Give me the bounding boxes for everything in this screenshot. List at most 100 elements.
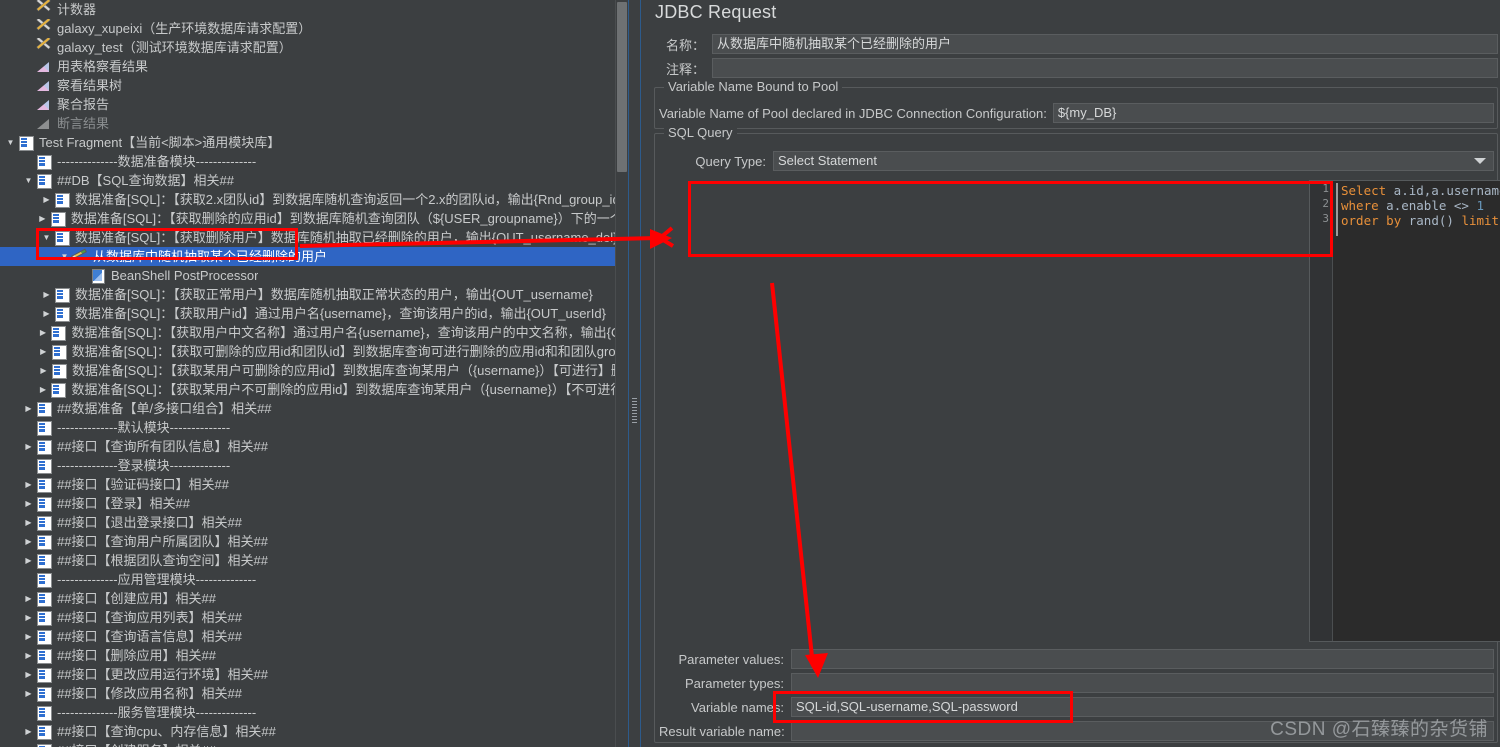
sql-token: limit: [1461, 213, 1500, 228]
tree-row[interactable]: ##接口【查询应用列表】相关##: [0, 608, 628, 627]
tree-row[interactable]: ##接口【创建应用】相关##: [0, 589, 628, 608]
chart-icon-disabled: [35, 116, 52, 131]
tree-twisty-right-icon[interactable]: [22, 475, 35, 494]
tree-row[interactable]: ##接口【登录】相关##: [0, 494, 628, 513]
tree-twisty-right-icon[interactable]: [22, 741, 35, 747]
tree-row[interactable]: 数据准备[SQL]：【获取可删除的应用id和团队id】到数据库查询可进行删除的应…: [0, 342, 628, 361]
tree-row[interactable]: ##数据准备【单/多接口组合】相关##: [0, 399, 628, 418]
watermark: CSDN @石臻臻的杂货铺: [1270, 719, 1488, 740]
tree-twisty-right-icon[interactable]: [22, 437, 35, 456]
tree-twisty-right-icon[interactable]: [40, 285, 53, 304]
tree-twisty-right-icon[interactable]: [22, 608, 35, 627]
tree-twisty-right-icon[interactable]: [37, 361, 50, 380]
tree-row[interactable]: 数据准备[SQL]：【获取某用户不可删除的应用id】到数据库查询某用户（{use…: [0, 380, 628, 399]
line-number: 3: [1322, 212, 1329, 225]
tree-row[interactable]: 断言结果: [0, 114, 628, 133]
tree-row[interactable]: ##接口【查询用户所属团队】相关##: [0, 532, 628, 551]
name-input[interactable]: 从数据库中随机抽取某个已经删除的用户: [712, 34, 1498, 54]
tree-row[interactable]: galaxy_test（测试环境数据库请求配置）: [0, 38, 628, 57]
tree-vertical-scrollbar[interactable]: [615, 0, 628, 747]
tree-row[interactable]: 数据准备[SQL]：【获取删除的应用id】到数据库随机查询团队（${USER_g…: [0, 209, 628, 228]
tree-row[interactable]: ##接口【根据团队查询空间】相关##: [0, 551, 628, 570]
sql-code[interactable]: Select a.id,a.username,a.password from t…: [1341, 183, 1500, 228]
scrollbar-thumb[interactable]: [617, 2, 627, 172]
tree-twisty-right-icon[interactable]: [36, 323, 49, 342]
tree-twisty-down-icon[interactable]: [58, 247, 71, 266]
tree-twisty-right-icon[interactable]: [22, 513, 35, 532]
tree-row-label: galaxy_xupeixi（生产环境数据库请求配置）: [57, 21, 312, 36]
controller-icon: [49, 382, 67, 398]
tree-twisty-down-icon[interactable]: [22, 171, 35, 190]
sql-query-editor[interactable]: 1 2 3 Select a.id,a.username,a.password fr…: [1309, 180, 1500, 642]
tree-row[interactable]: 数据准备[SQL]：【获取2.x团队id】到数据库随机查询返回一个2.x的团队i…: [0, 190, 628, 209]
tree-row[interactable]: --------------应用管理模块--------------: [0, 570, 628, 589]
tree-row[interactable]: --------------数据准备模块--------------: [0, 152, 628, 171]
tree-row[interactable]: ##接口【退出登录接口】相关##: [0, 513, 628, 532]
tree-row[interactable]: ##接口【创建服务】相关##: [0, 741, 628, 747]
controller-icon: [35, 515, 52, 531]
tree-row[interactable]: 察看结果树: [0, 76, 628, 95]
tree-row[interactable]: ##接口【查询语言信息】相关##: [0, 627, 628, 646]
tree-row[interactable]: 数据准备[SQL]：【获取正常用户】数据库随机抽取正常状态的用户，输出{OUT_…: [0, 285, 628, 304]
tree-row-label: ##接口【查询应用列表】相关##: [57, 610, 242, 625]
tree-twisty-right-icon[interactable]: [22, 665, 35, 684]
tree-row[interactable]: --------------服务管理模块--------------: [0, 703, 628, 722]
tree-row[interactable]: ##接口【查询cpu、内存信息】相关##: [0, 722, 628, 741]
tree-row[interactable]: ##DB【SQL查询数据】相关##: [0, 171, 628, 190]
tree-twisty-right-icon[interactable]: [22, 646, 35, 665]
parameter-values-input[interactable]: [791, 649, 1494, 669]
tree-twisty-right-icon[interactable]: [22, 722, 35, 741]
tree-row[interactable]: ##接口【删除应用】相关##: [0, 646, 628, 665]
tree-row[interactable]: 数据准备[SQL]：【获取用户中文名称】通过用户名{username}，查询该用…: [0, 323, 628, 342]
tree-row-label: 数据准备[SQL]：【获取正常用户】数据库随机抽取正常状态的用户，输出{OUT_…: [75, 287, 593, 302]
tree-row[interactable]: ##接口【修改应用名称】相关##: [0, 684, 628, 703]
tree-row[interactable]: ##接口【查询所有团队信息】相关##: [0, 437, 628, 456]
tree-row-label: ##接口【创建服务】相关##: [57, 741, 216, 747]
tree-row[interactable]: galaxy_xupeixi（生产环境数据库请求配置）: [0, 19, 628, 38]
tree-row-label: --------------登录模块--------------: [57, 458, 231, 473]
tree-twisty-right-icon[interactable]: [22, 551, 35, 570]
tree-row[interactable]: ##接口【更改应用运行环境】相关##: [0, 665, 628, 684]
tree-row[interactable]: 数据准备[SQL]：【获取用户id】通过用户名{username}，查询该用户的…: [0, 304, 628, 323]
controller-icon: [35, 686, 52, 702]
tree-twisty-right-icon[interactable]: [36, 209, 49, 228]
test-plan-tree[interactable]: 计数器 galaxy_xupeixi（生产环境数据库请求配置） galaxy_tes…: [0, 0, 628, 747]
controller-icon: [17, 135, 34, 151]
splitter-grip-icon[interactable]: [632, 398, 637, 424]
tree-row[interactable]: --------------登录模块--------------: [0, 456, 628, 475]
pane-splitter[interactable]: [628, 0, 641, 747]
controller-icon: [35, 591, 52, 607]
tree-row-label: ##接口【查询语言信息】相关##: [57, 629, 242, 644]
tool-icon: [35, 40, 52, 55]
tree-row[interactable]: 计数器: [0, 0, 628, 19]
tree-twisty-down-icon[interactable]: [4, 133, 17, 152]
tree-row[interactable]: --------------默认模块--------------: [0, 418, 628, 437]
chevron-down-icon[interactable]: [1474, 158, 1486, 164]
tree-twisty-right-icon[interactable]: [22, 532, 35, 551]
tree-row[interactable]: 从数据库中随机抽取某个已经删除的用户: [0, 247, 628, 266]
query-type-select[interactable]: Select Statement: [773, 151, 1494, 171]
tree-twisty-right-icon[interactable]: [22, 494, 35, 513]
sql-query-group-title: SQL Query: [664, 125, 737, 140]
tree-twisty-right-icon[interactable]: [22, 399, 35, 418]
tree-row[interactable]: BeanShell PostProcessor: [0, 266, 628, 285]
tree-row[interactable]: 用表格察看结果: [0, 57, 628, 76]
tree-row[interactable]: 数据准备[SQL]：【获取某用户可删除的应用id】到数据库查询某用户（{user…: [0, 361, 628, 380]
tree-twisty-right-icon[interactable]: [22, 684, 35, 703]
parameter-values-row: Parameter values:: [659, 648, 1494, 670]
tree-row[interactable]: 数据准备[SQL]：【获取删除用户】数据库随机抽取已经删除的用户，输出{OUT_…: [0, 228, 628, 247]
tree-twisty-right-icon[interactable]: [37, 342, 50, 361]
tree-twisty-right-icon[interactable]: [40, 190, 53, 209]
tree-row[interactable]: Test Fragment【当前<脚本>通用模块库】: [0, 133, 628, 152]
tree-row[interactable]: ##接口【验证码接口】相关##: [0, 475, 628, 494]
parameter-types-input[interactable]: [791, 673, 1494, 693]
tree-twisty-right-icon[interactable]: [22, 589, 35, 608]
tree-twisty-down-icon[interactable]: [40, 228, 53, 247]
tree-twisty-right-icon[interactable]: [22, 627, 35, 646]
tree-twisty-right-icon[interactable]: [36, 380, 49, 399]
pool-name-input[interactable]: ${my_DB}: [1052, 103, 1494, 123]
tree-twisty-right-icon[interactable]: [40, 304, 53, 323]
comment-input[interactable]: [712, 58, 1498, 78]
tree-row[interactable]: 聚合报告: [0, 95, 628, 114]
tree-row-label: --------------默认模块--------------: [57, 420, 231, 435]
